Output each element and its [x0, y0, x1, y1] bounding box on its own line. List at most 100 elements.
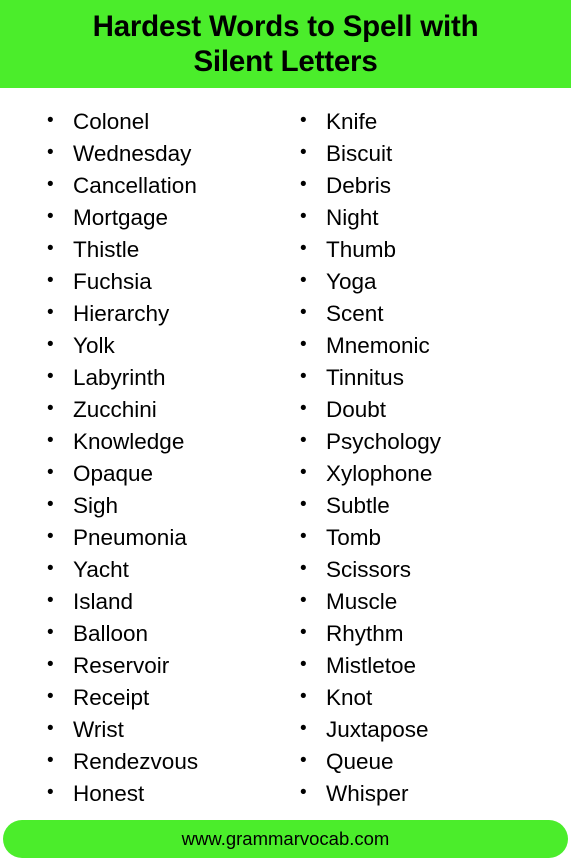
bullet-icon: • [47, 750, 54, 771]
bullet-icon: • [47, 526, 54, 547]
footer-pill: www.grammarvocab.com [3, 820, 568, 858]
bullet-icon: • [47, 430, 54, 451]
word-text: Rhythm [326, 621, 404, 646]
list-item: • Tinnitus [293, 362, 571, 394]
word-text: Juxtapose [326, 717, 429, 742]
bullet-icon: • [47, 462, 54, 483]
word-text: Tinnitus [326, 365, 404, 390]
word-text: Receipt [73, 685, 150, 710]
list-item: • Doubt [293, 394, 571, 426]
list-item: • Tomb [293, 522, 571, 554]
word-text: Subtle [326, 493, 390, 518]
word-text: Scissors [326, 557, 412, 582]
page-title-line-1: Hardest Words to Spell with [92, 10, 479, 43]
list-item: • Debris [293, 170, 571, 202]
word-text: Honest [73, 781, 145, 806]
word-text: Balloon [73, 621, 149, 646]
website-url: www.grammarvocab.com [181, 828, 390, 849]
word-text: Sigh [73, 493, 119, 518]
list-item: • Sigh [40, 490, 280, 522]
word-text: Rendezvous [73, 749, 199, 774]
list-item: • Mnemonic [293, 330, 571, 362]
bullet-icon: • [300, 718, 307, 739]
word-text: Mortgage [73, 205, 169, 230]
list-item: • Wednesday [40, 138, 280, 170]
list-item: • Balloon [40, 618, 280, 650]
list-item: • Labyrinth [40, 362, 280, 394]
word-text: Hierarchy [73, 301, 170, 326]
bullet-icon: • [47, 174, 54, 195]
word-text: Colonel [73, 109, 150, 134]
bullet-icon: • [47, 718, 54, 739]
right-column: • Knife • Biscuit • Debris • Night • Thumb • Yoga • S… [280, 106, 571, 820]
word-text: Yoga [326, 269, 377, 294]
list-item: • Zucchini [40, 394, 280, 426]
list-item: • Juxtapose [293, 714, 571, 746]
bullet-icon: • [300, 174, 307, 195]
word-text: Pneumonia [73, 525, 187, 550]
word-text: Mistletoe [326, 653, 417, 678]
list-item: • Night [293, 202, 571, 234]
list-item: • Rendezvous [40, 746, 280, 778]
bullet-icon: • [47, 206, 54, 227]
bullet-icon: • [300, 142, 307, 163]
bullet-icon: • [47, 238, 54, 259]
word-text: Muscle [326, 589, 398, 614]
list-item: • Yolk [40, 330, 280, 362]
header-banner: Hardest Words to Spell with Silent Lette… [0, 0, 571, 88]
word-text: Yacht [73, 557, 129, 582]
list-item: • Knot [293, 682, 571, 714]
word-text: Island [73, 589, 134, 614]
list-item: • Biscuit [293, 138, 571, 170]
list-item: • Wrist [40, 714, 280, 746]
list-item: • Colonel [40, 106, 280, 138]
left-word-list: • Colonel • Wednesday • Cancellation • Mortgage… [40, 106, 280, 810]
page-title: Hardest Words to Spell with Silent Lette… [26, 9, 546, 79]
list-item: • Fuchsia [40, 266, 280, 298]
word-text: Thumb [326, 237, 397, 262]
bullet-icon: • [300, 398, 307, 419]
bullet-icon: • [47, 142, 54, 163]
bullet-icon: • [47, 398, 54, 419]
bullet-icon: • [300, 686, 307, 707]
bullet-icon: • [47, 366, 54, 387]
list-item: • Island [40, 586, 280, 618]
list-item: • Scissors [293, 554, 571, 586]
word-text: Wrist [73, 717, 124, 742]
bullet-icon: • [300, 622, 307, 643]
list-item: • Thumb [293, 234, 571, 266]
bullet-icon: • [300, 270, 307, 291]
word-text: Knot [326, 685, 373, 710]
bullet-icon: • [47, 686, 54, 707]
list-item: • Mistletoe [293, 650, 571, 682]
bullet-icon: • [300, 558, 307, 579]
list-item: • Subtle [293, 490, 571, 522]
right-word-list: • Knife • Biscuit • Debris • Night • Thumb • Yoga • S… [293, 106, 571, 810]
list-item: • Yoga [293, 266, 571, 298]
list-item: • Honest [40, 778, 280, 810]
list-item: • Knife [293, 106, 571, 138]
word-text: Knife [326, 109, 378, 134]
list-item: • Psychology [293, 426, 571, 458]
word-text: Yolk [73, 333, 115, 358]
word-columns: • Colonel • Wednesday • Cancellation • Mortgage… [0, 88, 571, 820]
bullet-icon: • [47, 494, 54, 515]
list-item: • Opaque [40, 458, 280, 490]
list-item: • Pneumonia [40, 522, 280, 554]
bullet-icon: • [300, 494, 307, 515]
list-item: • Reservoir [40, 650, 280, 682]
list-item: • Whisper [293, 778, 571, 810]
list-item: • Muscle [293, 586, 571, 618]
list-item: • Thistle [40, 234, 280, 266]
bullet-icon: • [300, 206, 307, 227]
bullet-icon: • [47, 654, 54, 675]
bullet-icon: • [300, 334, 307, 355]
list-item: • Xylophone [293, 458, 571, 490]
bullet-icon: • [47, 558, 54, 579]
word-text: Queue [326, 749, 394, 774]
list-item: • Knowledge [40, 426, 280, 458]
word-text: Psychology [326, 429, 442, 454]
page-title-line-2: Silent Letters [193, 45, 378, 78]
bullet-icon: • [47, 590, 54, 611]
footer: www.grammarvocab.com [0, 820, 571, 866]
